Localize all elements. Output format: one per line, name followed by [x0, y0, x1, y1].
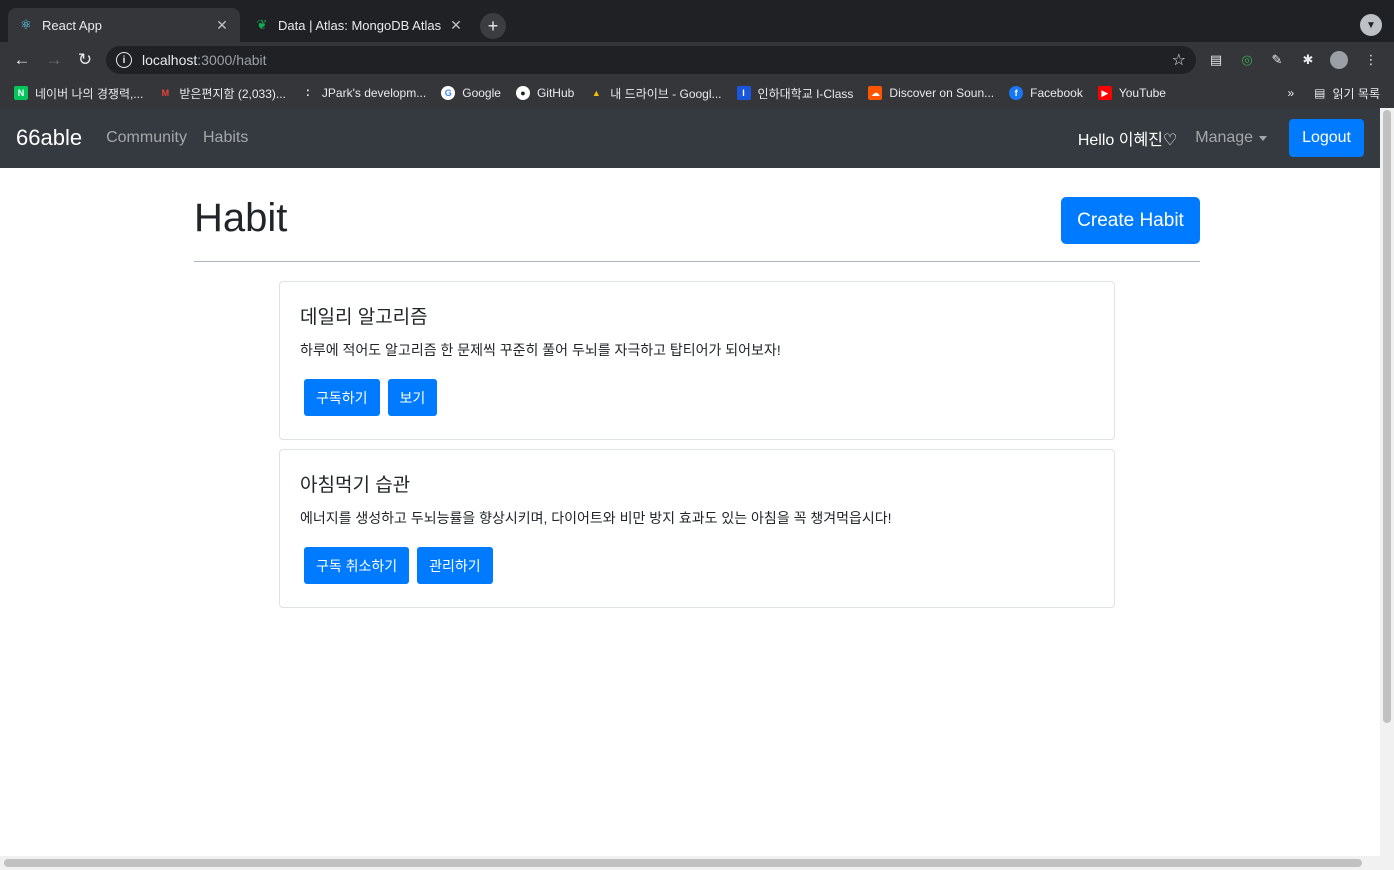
profile-avatar[interactable] — [1330, 51, 1348, 69]
bookmark-label: Facebook — [1030, 86, 1083, 100]
logout-button[interactable]: Logout — [1289, 119, 1364, 157]
extension-target-icon[interactable]: ◎ — [1238, 51, 1256, 69]
navbar-right: Hello 이혜진♡ Manage Logout — [1078, 119, 1364, 157]
manage-dropdown[interactable]: Manage — [1195, 129, 1268, 147]
habit-actions: 구독하기 보기 — [304, 379, 445, 416]
extension-reader-icon[interactable]: ▤ — [1207, 51, 1225, 69]
bookmark-label: YouTube — [1118, 86, 1166, 100]
user-greeting: Hello 이혜진♡ — [1077, 132, 1178, 149]
github-icon: ● — [515, 86, 530, 100]
bookmark-item[interactable]: ● GitHub — [515, 86, 575, 100]
google-icon: G — [441, 86, 456, 100]
horizontal-scroll-thumb[interactable] — [4, 859, 1362, 867]
brand-logo[interactable]: 66able — [16, 125, 82, 151]
nav-link-habits[interactable]: Habits — [203, 129, 248, 147]
facebook-icon: f — [1009, 86, 1024, 100]
bookmark-label: Google — [462, 86, 501, 100]
habit-description: 하루에 적어도 알고리즘 한 문제씩 꾸준히 풀어 두뇌를 자극하고 탑티어가 … — [300, 342, 781, 358]
soundcloud-icon: ☁ — [868, 86, 883, 100]
reading-list-icon[interactable]: ▤ — [1314, 86, 1325, 100]
naver-icon: N — [14, 86, 28, 100]
caret-down-icon — [1259, 135, 1268, 141]
bookmark-item[interactable]: ▲ 내 드라이브 - Googl... — [589, 85, 722, 102]
bookmark-item[interactable]: I 인하대학교 I-Class — [736, 85, 854, 102]
browser-menu-icon[interactable]: ⋮ — [1362, 51, 1380, 69]
vertical-scrollbar[interactable] — [1380, 108, 1394, 856]
tab-search-icon[interactable]: ▼ — [1360, 14, 1382, 36]
habit-card: 데일리 알고리즘 하루에 적어도 알고리즘 한 문제씩 꾸준히 풀어 두뇌를 자… — [279, 281, 1115, 440]
bookmarks-more-button[interactable]: » — [1287, 86, 1294, 100]
habit-description: 에너지를 생성하고 두뇌능률을 향상시키며, 다이어트와 비만 방지 효과도 있… — [300, 510, 892, 526]
bookmark-label: 인하대학교 I-Class — [757, 86, 854, 101]
bookmark-label: 네이버 나의 경쟁력,... — [35, 86, 144, 101]
bookmark-item[interactable]: N 네이버 나의 경쟁력,... — [14, 85, 143, 102]
bookmark-label: GitHub — [536, 86, 575, 100]
bookmark-item[interactable]: ☁ Discover on Soun... — [868, 86, 994, 100]
manage-button[interactable]: 관리하기 — [417, 547, 493, 584]
bookmark-item[interactable]: G Google — [441, 86, 501, 100]
subscribe-button[interactable]: 구독하기 — [304, 379, 380, 416]
bookmarks-bar: N 네이버 나의 경쟁력,... M 받은편지함 (2,033)... ⁚ JPark's… — [0, 78, 1394, 108]
dots-icon: ⁚ — [300, 86, 315, 100]
reading-list-label[interactable]: 읽기 목록 — [1333, 85, 1381, 102]
drive-icon: ▲ — [591, 88, 601, 98]
gmail-icon: M — [161, 88, 170, 98]
close-tab-icon[interactable]: ✕ — [214, 17, 230, 34]
tab-strip: ⚛ React App ✕ ❦ Data | Atlas: MongoDB At… — [0, 0, 1394, 42]
close-tab-icon[interactable]: ✕ — [448, 17, 464, 34]
youtube-icon: ▶ — [1097, 86, 1112, 100]
bookmark-star-icon[interactable]: ☆ — [1172, 50, 1186, 70]
habit-title: 데일리 알고리즘 — [300, 307, 428, 328]
extension-pen-icon[interactable]: ✎ — [1268, 51, 1286, 69]
tab-title: Data | Atlas: MongoDB Atlas — [278, 17, 442, 33]
tab-react-app[interactable]: ⚛ React App ✕ — [8, 8, 240, 42]
vertical-scroll-thumb[interactable] — [1383, 110, 1391, 723]
url-path: :3000/habit — [197, 52, 267, 68]
bookmark-label: JPark's developm... — [321, 86, 427, 100]
view-button[interactable]: 보기 — [387, 379, 438, 416]
bookmark-label: 받은편지함 (2,033)... — [179, 86, 286, 101]
tab-mongodb-atlas[interactable]: ❦ Data | Atlas: MongoDB Atlas ✕ — [244, 8, 474, 42]
back-arrow-icon[interactable]: ← — [11, 49, 33, 71]
browser-chrome: ⚛ React App ✕ ❦ Data | Atlas: MongoDB At… — [0, 0, 1394, 108]
bookmarks-right: » ▤ 읽기 목록 — [1287, 78, 1380, 108]
manage-label: Manage — [1195, 129, 1254, 146]
habit-card: 아침먹기 습관 에너지를 생성하고 두뇌능률을 향상시키며, 다이어트와 비만 … — [279, 449, 1115, 608]
bookmark-item[interactable]: ▶ YouTube — [1097, 86, 1166, 100]
bookmark-item[interactable]: ⁚ JPark's developm... — [300, 86, 427, 100]
title-divider — [194, 261, 1200, 262]
habit-actions: 구독 취소하기 관리하기 — [304, 547, 501, 584]
reload-icon[interactable]: ↻ — [74, 49, 96, 71]
react-icon: ⚛ — [20, 17, 32, 32]
site-info-icon[interactable]: i — [116, 52, 132, 68]
habit-title: 아침먹기 습관 — [300, 475, 411, 496]
bookmark-item[interactable]: f Facebook — [1009, 86, 1083, 100]
nav-link-community[interactable]: Community — [106, 129, 187, 147]
horizontal-scrollbar[interactable] — [0, 856, 1394, 870]
mongodb-leaf-icon: ❦ — [256, 17, 268, 32]
browser-toolbar: ← → ↻ i localhost:3000/habit ☆ ▤ ◎ ✎ ✱ ⋮ — [0, 42, 1394, 78]
page-title: Habit — [194, 196, 288, 240]
create-habit-button[interactable]: Create Habit — [1061, 197, 1200, 244]
iclass-icon: I — [736, 86, 751, 100]
app-navbar: 66able Community Habits Hello 이혜진♡ Manag… — [0, 108, 1380, 168]
bookmark-label: 내 드라이브 - Googl... — [610, 86, 722, 101]
extensions-puzzle-icon[interactable]: ✱ — [1299, 51, 1317, 69]
tab-title: React App — [42, 17, 102, 33]
bookmark-item[interactable]: M 받은편지함 (2,033)... — [158, 85, 286, 102]
address-bar[interactable]: i localhost:3000/habit ☆ — [106, 46, 1196, 74]
forward-arrow-icon[interactable]: → — [43, 49, 65, 71]
bookmark-label: Discover on Soun... — [889, 86, 995, 100]
url-host: localhost — [142, 52, 198, 68]
unsubscribe-button[interactable]: 구독 취소하기 — [304, 547, 410, 584]
new-tab-button[interactable]: + — [480, 13, 506, 39]
